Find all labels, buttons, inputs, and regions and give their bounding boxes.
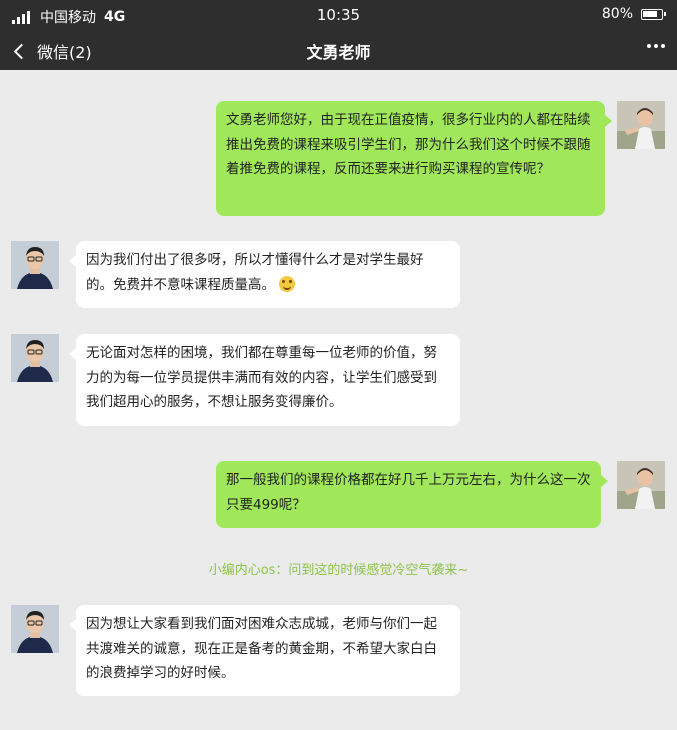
message-text: 那一般我们的课程价格都在好几千上万元左右，为什么这一次只要499呢？ — [226, 472, 591, 513]
status-time: 10:35 — [316, 6, 361, 24]
nav-bar: 微信(2) 文勇老师 — [0, 30, 677, 70]
message-text: 文勇老师您好，由于现在正值疫情，很多行业内的人都在陆续推出免费的课程来吸引学生们… — [226, 112, 591, 177]
user-avatar[interactable] — [617, 101, 665, 149]
battery-percent: 80% — [601, 6, 633, 22]
teacher-avatar[interactable] — [11, 241, 59, 289]
chat-title: 文勇老师 — [306, 43, 371, 62]
status-bar: 中国移动 4G 10:35 80% — [0, 0, 677, 30]
status-right: 80% — [601, 6, 666, 22]
teacher-avatar[interactable] — [11, 605, 59, 653]
battery-fill — [643, 10, 657, 17]
smile-emoji-icon — [279, 275, 295, 292]
message-bubble-outgoing[interactable]: 那一般我们的课程价格都在好几千上万元左右，为什么这一次只要499呢？ — [216, 461, 608, 528]
message-bubble-outgoing[interactable]: 文勇老师您好，由于现在正值疫情，很多行业内的人都在陆续推出免费的课程来吸引学生们… — [216, 101, 612, 216]
message-text: 无论面对怎样的困境，我们都在尊重每一位老师的价值，努力的为每一位学员提供丰满而有… — [86, 345, 437, 410]
message-bubble-incoming[interactable]: 因为想让大家看到我们面对困难众志成城，老师与你们一起共渡难关的诚意，现在正是备考… — [69, 605, 460, 696]
message-text: 因为我们付出了很多呀，所以才懂得什么才是对学生最好的。免费并不意味课程质量高。 — [86, 252, 424, 293]
message-bubble-incoming[interactable]: 无论面对怎样的困境，我们都在尊重每一位老师的价值，努力的为每一位学员提供丰满而有… — [69, 334, 460, 426]
system-note: 小编内心os：问到这的时候感觉冷空气袭来~ — [208, 563, 469, 578]
battery-icon — [641, 8, 666, 20]
message-text: 因为想让大家看到我们面对困难众志成城，老师与你们一起共渡难关的诚意，现在正是备考… — [86, 616, 437, 681]
more-dots-icon[interactable] — [644, 44, 665, 48]
teacher-avatar[interactable] — [11, 334, 59, 382]
user-avatar[interactable] — [617, 461, 665, 509]
message-bubble-incoming[interactable]: 因为我们付出了很多呀，所以才懂得什么才是对学生最好的。免费并不意味课程质量高。 — [69, 241, 460, 308]
